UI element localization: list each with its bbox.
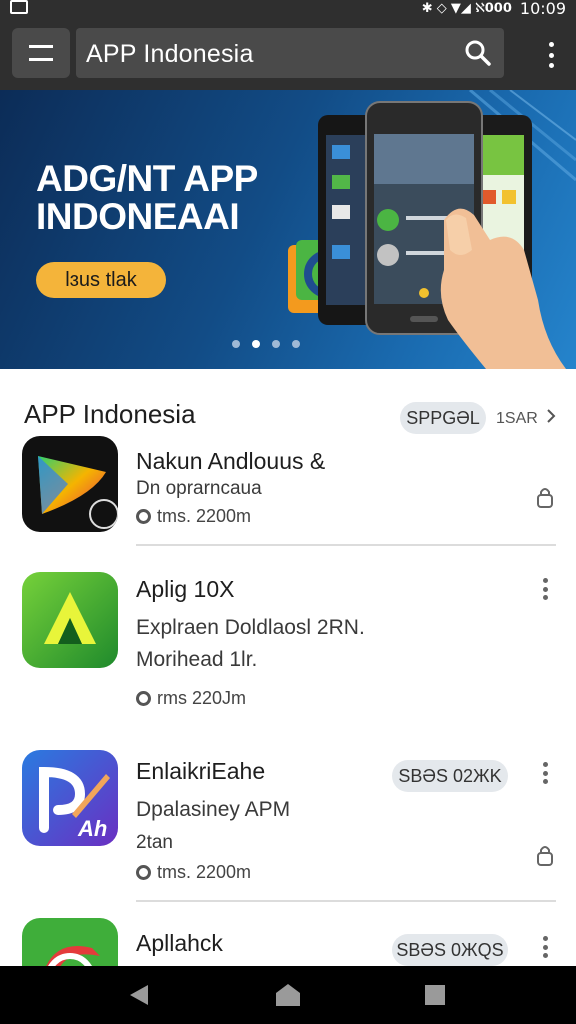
app-subtitle-line2: 2tan	[136, 832, 173, 853]
app-list-item[interactable]: Nakun Andlouus & Dn oprarncaua tms. 2200…	[0, 436, 576, 546]
divider	[136, 544, 556, 546]
app-title: Nakun Andlouus &	[136, 448, 326, 474]
app-chip[interactable]: SBƏS 0ЖQS	[392, 934, 508, 966]
app-meta: tms. 2200m	[136, 862, 251, 883]
app-title: Aplig 10X	[136, 576, 235, 602]
dot	[548, 42, 554, 47]
promo-banner[interactable]: ADG/NT APP INDONEAAI lɜus tlak	[0, 90, 576, 369]
page-dot[interactable]	[292, 340, 300, 348]
banner-title: ADG/NT APP INDONEAAI	[36, 160, 258, 236]
svg-text:Ah: Ah	[77, 816, 107, 841]
menu-button[interactable]	[12, 28, 70, 78]
app-list-item[interactable]: Ah EnlaikriEahe SBƏS 02ЖK Dpalasiney APM…	[0, 750, 576, 904]
app-list-item[interactable]: Apllahck SBƏS 0ЖQS	[0, 918, 576, 966]
app-subtitle: Dpalasiney APM	[136, 798, 291, 821]
blue-pen-app-icon[interactable]: Ah	[22, 750, 118, 846]
phones-illustration	[288, 101, 566, 369]
home-icon[interactable]	[275, 983, 301, 1007]
section-more-link[interactable]: 1SAR	[496, 409, 556, 428]
app-title: Apllahck	[136, 930, 223, 956]
dot	[548, 63, 554, 68]
status-bar: ✱ ◇ ▼◢ ℵ𝟬𝟬𝟬 10:09	[0, 0, 576, 18]
recents-icon[interactable]	[424, 984, 446, 1006]
banner-cta-button[interactable]: lɜus tlak	[36, 262, 166, 298]
app-meta-text: tms. 2200m	[157, 862, 252, 882]
green-a-app-icon[interactable]	[22, 572, 118, 668]
banner-title-line1: ADG/NT APP	[36, 158, 258, 199]
dot	[542, 586, 548, 592]
size-icon	[136, 509, 151, 524]
section-header: APP Indonesia SPPGƏL 1SAR	[0, 369, 576, 439]
dot	[542, 779, 548, 784]
dot	[542, 578, 548, 583]
app-bar: APP Indonesia	[0, 16, 576, 90]
notification-icon	[10, 0, 28, 14]
app-meta-text: tms. 2200m	[157, 506, 252, 526]
dot	[542, 944, 548, 950]
section-filter-chip[interactable]: SPPGƏL	[400, 402, 486, 434]
kebab-menu-icon[interactable]	[540, 578, 550, 600]
app-title: EnlaikriEahe	[136, 758, 266, 784]
dot	[542, 770, 548, 776]
size-icon	[136, 865, 151, 880]
kebab-menu-icon[interactable]	[540, 936, 550, 958]
banner-page-indicator	[232, 340, 300, 348]
app-meta: rms 220Jm	[136, 688, 246, 709]
chevron-right-icon	[547, 409, 556, 423]
status-icons: ✱ ◇ ▼◢ ℵ𝟬𝟬𝟬	[421, 1, 512, 16]
search-input[interactable]: APP Indonesia	[76, 28, 504, 78]
overflow-menu-button[interactable]	[546, 42, 556, 68]
dot	[548, 52, 554, 58]
dot	[542, 936, 548, 941]
search-icon[interactable]	[464, 39, 492, 67]
dot	[542, 762, 548, 767]
divider	[136, 900, 556, 902]
system-nav-bar	[0, 966, 576, 1024]
back-icon[interactable]	[128, 984, 150, 1006]
page-dot[interactable]	[272, 340, 280, 348]
section-title: APP Indonesia	[24, 399, 196, 429]
play-style-app-icon[interactable]	[22, 436, 118, 532]
app-meta-text: rms 220Jm	[157, 688, 247, 708]
app-subtitle-line2: Morihead 1lr.	[136, 648, 258, 671]
banner-title-line2: INDONEAAI	[36, 196, 240, 237]
app-list-item[interactable]: Aplig 10X Explraen Doldlaosl 2RN. Morihe…	[0, 572, 576, 722]
red-swirl-app-icon[interactable]	[22, 918, 118, 966]
app-meta: tms. 2200m	[136, 506, 251, 527]
page-dot-active[interactable]	[252, 340, 260, 348]
lock-icon[interactable]	[536, 844, 554, 866]
section-more-label: 1SAR	[496, 410, 538, 427]
size-icon	[136, 691, 151, 706]
hamburger-icon	[29, 45, 53, 61]
lock-icon[interactable]	[536, 486, 554, 508]
kebab-menu-icon[interactable]	[540, 762, 550, 784]
app-subtitle: Explraen Doldlaosl 2RN.	[136, 616, 365, 639]
search-query: APP Indonesia	[86, 40, 254, 68]
app-subtitle: Dn oprarncaua	[136, 478, 262, 499]
page-dot[interactable]	[232, 340, 240, 348]
dot	[542, 953, 548, 958]
dot	[542, 595, 548, 600]
app-chip[interactable]: SBƏS 02ЖK	[392, 760, 508, 792]
